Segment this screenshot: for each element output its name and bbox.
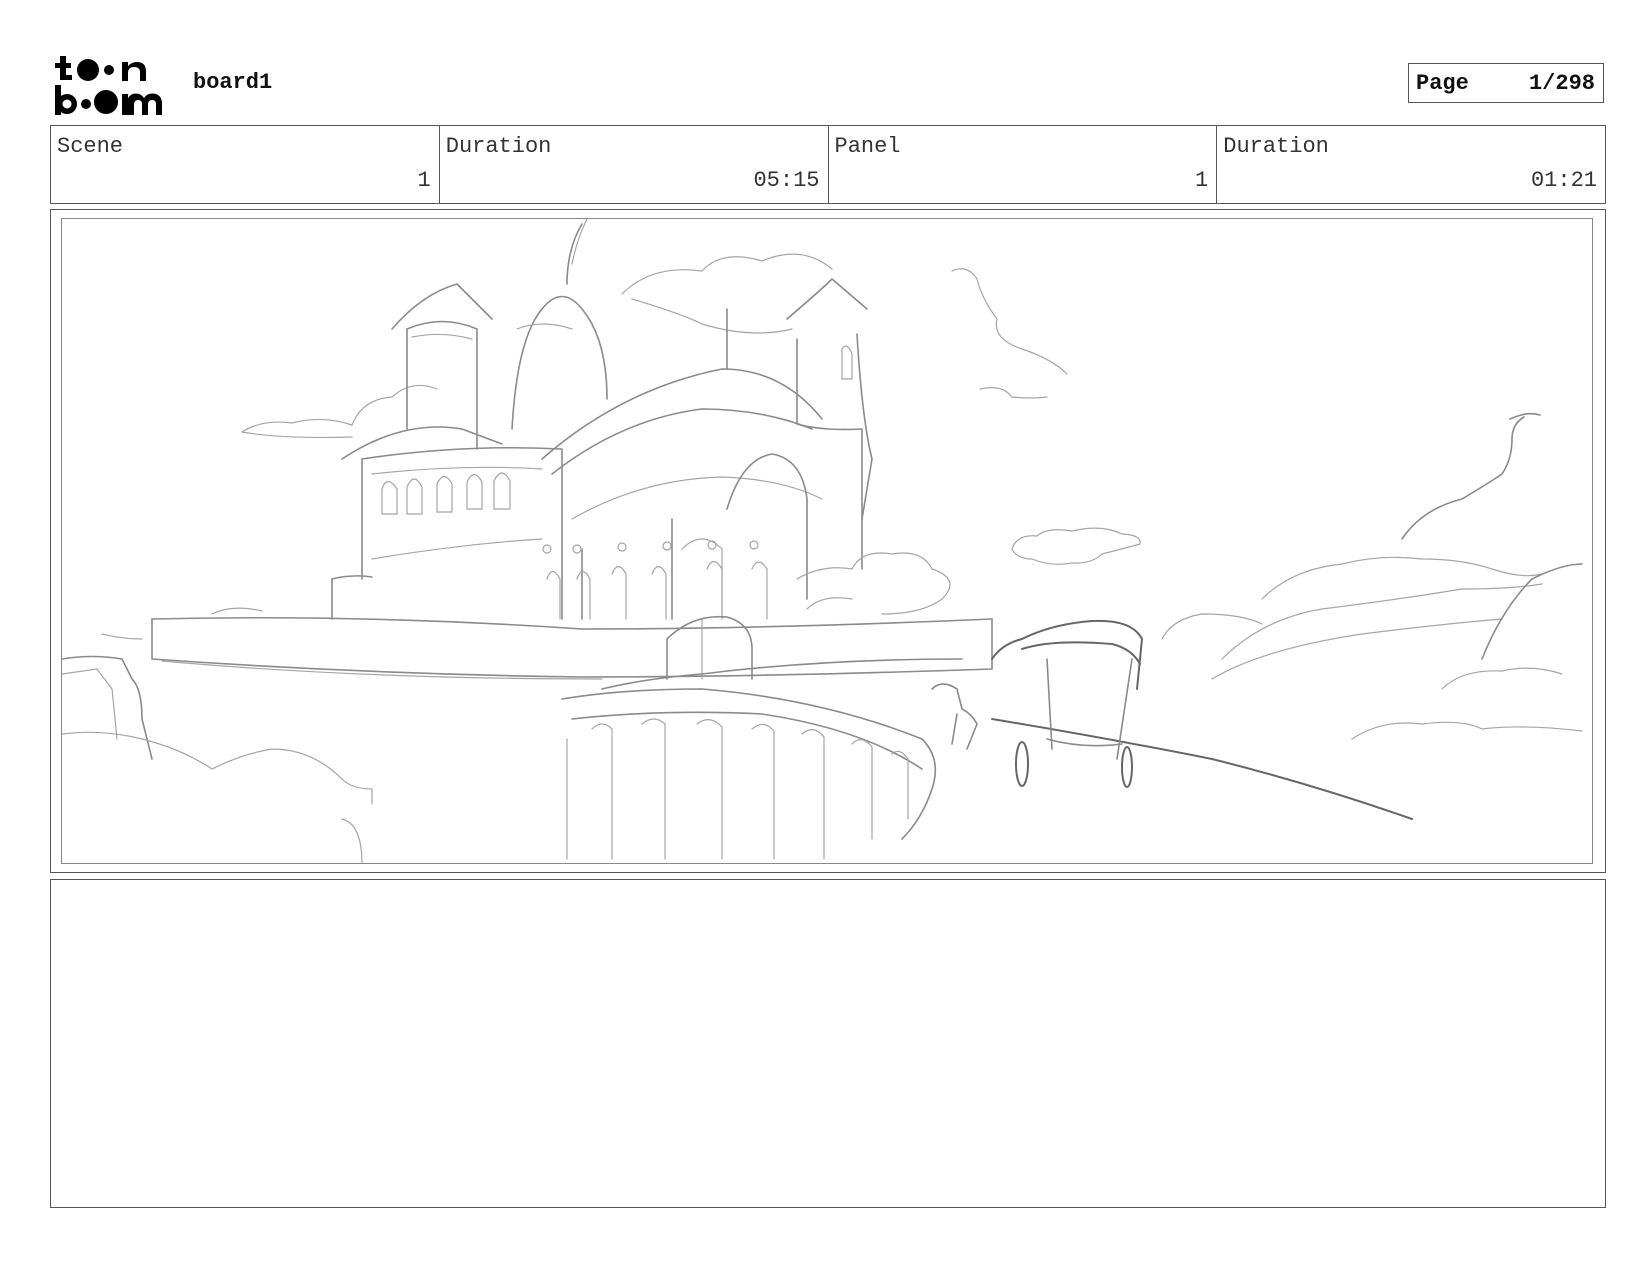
panel-duration-label: Duration	[1223, 134, 1329, 159]
page-label: Page	[1416, 70, 1469, 96]
scene-label: Scene	[57, 134, 124, 159]
board-title: board1	[193, 70, 273, 95]
panel-notes-box[interactable]	[50, 879, 1606, 1208]
castle-sketch-image	[62, 219, 1583, 863]
panel-duration-cell: Duration 01:21	[1217, 126, 1605, 203]
page-indicator: Page 1/298	[1408, 63, 1604, 103]
scene-duration-value: 05:15	[753, 168, 820, 193]
scene-info-table: Scene 1 Duration 05:15 Panel 1 Duration …	[50, 125, 1606, 204]
panel-label: Panel	[834, 134, 901, 159]
toonboom-logo	[55, 56, 162, 115]
panel-duration-value: 01:21	[1530, 168, 1597, 193]
scene-value: 1	[417, 168, 431, 193]
scene-duration-cell: Duration 05:15	[440, 126, 829, 203]
panel-cell: Panel 1	[829, 126, 1218, 203]
scene-duration-label: Duration	[445, 134, 552, 159]
panel-image-area	[61, 218, 1593, 864]
page-value: 1/298	[1528, 70, 1595, 96]
scene-cell: Scene 1	[51, 126, 440, 203]
panel-value: 1	[1195, 168, 1209, 193]
panel-image-frame	[50, 209, 1606, 873]
